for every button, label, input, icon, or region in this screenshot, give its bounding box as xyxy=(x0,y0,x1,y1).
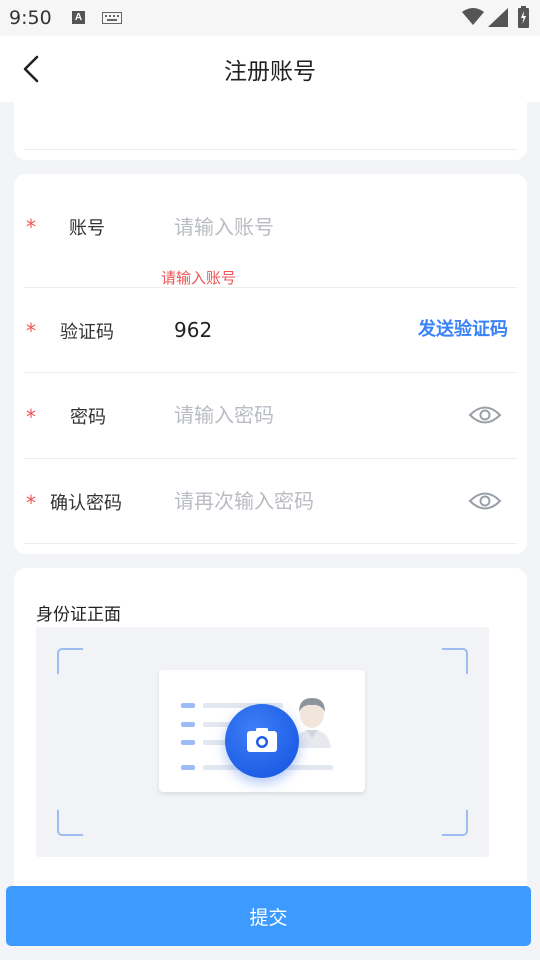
password-row: * 密码 xyxy=(14,373,527,459)
camera-icon xyxy=(247,728,277,752)
eye-icon[interactable] xyxy=(468,490,502,512)
confirm-password-input[interactable] xyxy=(174,486,424,516)
send-code-button[interactable]: 发送验证码 xyxy=(418,315,508,341)
confirm-password-row: * 确认密码 xyxy=(14,459,527,544)
frame-corner xyxy=(442,810,468,836)
frame-corner xyxy=(442,648,468,674)
status-time: 9:50 xyxy=(9,7,52,29)
required-mark: * xyxy=(26,491,36,515)
id-upload-card: 身份证正面 xyxy=(14,568,527,898)
battery-icon xyxy=(518,6,529,28)
divider xyxy=(24,543,517,544)
id-line xyxy=(181,740,195,745)
a-notification-icon: A xyxy=(72,11,85,24)
password-label: 密码 xyxy=(70,407,106,428)
id-front-title: 身份证正面 xyxy=(36,605,121,625)
id-line xyxy=(181,765,195,770)
code-input[interactable] xyxy=(174,315,374,345)
account-divider-holder xyxy=(14,174,527,288)
frame-corner xyxy=(57,648,83,674)
required-mark: * xyxy=(26,405,36,429)
id-line xyxy=(181,722,195,727)
signal-icon xyxy=(488,8,508,27)
frame-corner xyxy=(57,810,83,836)
id-front-upload-area[interactable] xyxy=(36,627,489,857)
page-title: 注册账号 xyxy=(224,59,316,85)
camera-button[interactable] xyxy=(225,704,299,778)
required-mark: * xyxy=(26,319,36,343)
code-label: 验证码 xyxy=(60,322,114,343)
password-input[interactable] xyxy=(174,400,424,430)
app-header: 注册账号 xyxy=(0,36,540,102)
status-bar: 9:50 A xyxy=(0,0,540,36)
id-line xyxy=(181,703,195,708)
divider xyxy=(24,149,517,150)
submit-button[interactable]: 提交 xyxy=(6,886,531,946)
keyboard-icon xyxy=(102,12,122,24)
top-card xyxy=(14,96,527,160)
confirm-password-label: 确认密码 xyxy=(50,493,122,514)
eye-icon[interactable] xyxy=(468,404,502,426)
account-error-message: 请输入账号 xyxy=(161,269,237,287)
wifi-icon xyxy=(462,8,484,25)
registration-form: * 账号 请输入账号 * 验证码 发送验证码 * 密码 * 确认密码 xyxy=(14,174,527,554)
